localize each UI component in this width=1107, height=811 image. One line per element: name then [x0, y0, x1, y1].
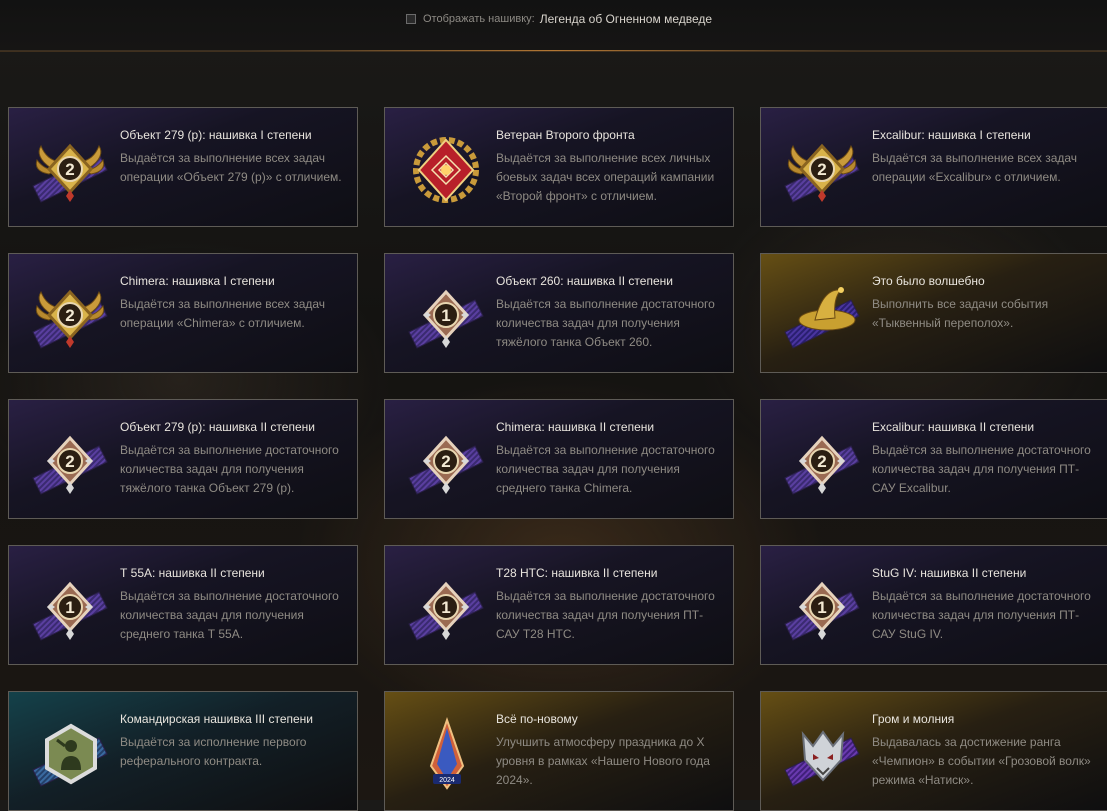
badge-card[interactable]: 2 Excalibur: нашивка I степени Выдаётся з…	[760, 107, 1107, 227]
badge-card[interactable]: 1 StuG IV: нашивка II степени Выдаётся за…	[760, 545, 1107, 665]
svg-text:2: 2	[65, 160, 74, 179]
bronze-diamond-1-icon: 1	[31, 568, 109, 646]
badge-title: Командирская нашивка III степени	[120, 712, 314, 726]
bronze-diamond-1-icon: 1	[783, 568, 861, 646]
badge-description: Выдаётся за выполнение достаточного коли…	[872, 443, 1091, 495]
display-badge-label: Отображать нашивку:	[423, 13, 535, 25]
badge-card[interactable]: Это было волшебно Выполнить все задачи со…	[760, 253, 1107, 373]
badge-description: Выдаётся за выполнение достаточного коли…	[496, 297, 715, 349]
bronze-diamond-2-icon: 2	[783, 422, 861, 500]
gold-diamond-2-winged-icon: 2	[31, 276, 109, 354]
badge-description: Выдаётся за выполнение всех задач операц…	[120, 297, 326, 330]
badge-card[interactable]: 2 Chimera: нашивка II степени Выдаётся за…	[384, 399, 734, 519]
badge-title: Ветеран Второго фронта	[496, 128, 635, 142]
badge-description: Улучшить атмосферу праздника до X уровня…	[496, 735, 710, 787]
badge-description: Выдаётся за выполнение достаточного коли…	[496, 589, 715, 641]
svg-text:2: 2	[441, 452, 450, 471]
silver-wolf-head-icon	[783, 714, 861, 792]
badge-card[interactable]: 1 Объект 260: нашивка II степени Выдаётся…	[384, 253, 734, 373]
badge-description: Выдаётся за выполнение достаточного коли…	[120, 443, 339, 495]
svg-text:1: 1	[441, 306, 450, 325]
svg-text:1: 1	[441, 598, 450, 617]
bronze-diamond-1-icon: 1	[407, 568, 485, 646]
badge-title: Excalibur: нашивка I степени	[872, 128, 1031, 142]
svg-text:1: 1	[65, 598, 74, 617]
new-year-2024-crystal-icon: 2024	[407, 714, 485, 792]
witch-hat-icon	[783, 276, 861, 354]
badge-description: Выдаётся за выполнение достаточного коли…	[872, 589, 1091, 641]
badge-description: Выдаётся за выполнение достаточного коли…	[496, 443, 715, 495]
bronze-diamond-1-icon: 1	[407, 276, 485, 354]
svg-text:2: 2	[65, 452, 74, 471]
badge-title: Excalibur: нашивка II степени	[872, 420, 1035, 434]
badge-title: Гром и молния	[872, 712, 955, 726]
top-bar-glow-line	[250, 50, 857, 51]
badge-card[interactable]: 2 Excalibur: нашивка II степени Выдаётся …	[760, 399, 1107, 519]
soldier-salute-hexagon-icon	[31, 714, 109, 792]
svg-text:2024: 2024	[439, 777, 455, 784]
badge-card[interactable]: 2024 Всё по-новому Улучшить атмосферу праз…	[384, 691, 734, 811]
badge-title: Объект 279 (р): нашивка II степени	[120, 420, 315, 434]
badge-description: Выдаётся за исполнение первого реферальн…	[120, 735, 307, 768]
badge-title: Т 55А: нашивка II степени	[120, 566, 265, 580]
badge-card[interactable]: Командирская нашивка III степени Выдаётся…	[8, 691, 358, 811]
badge-description: Выдавалась за достижение ранга «Чемпион»…	[872, 735, 1091, 787]
badge-title: Chimera: нашивка II степени	[496, 420, 655, 434]
svg-text:1: 1	[817, 598, 826, 617]
badge-title: StuG IV: нашивка II степени	[872, 566, 1027, 580]
badge-card[interactable]: Ветеран Второго фронта Выдаётся за выполн…	[384, 107, 734, 227]
badge-card[interactable]: 1 T28 HTC: нашивка II степени Выдаётся за…	[384, 545, 734, 665]
svg-text:2: 2	[817, 452, 826, 471]
badge-card[interactable]: 2 Объект 279 (р): нашивка I степени Выдаё…	[8, 107, 358, 227]
display-badge-toggle[interactable]: Отображать нашивку: Легенда об Огненном …	[406, 11, 712, 27]
badge-description: Выдаётся за выполнение всех задач операц…	[872, 151, 1078, 184]
red-grid-laurel-emblem-icon	[407, 130, 485, 208]
bronze-diamond-2-icon: 2	[31, 422, 109, 500]
gold-diamond-2-winged-icon: 2	[31, 130, 109, 208]
badge-title: Chimera: нашивка I степени	[120, 274, 275, 288]
badge-card[interactable]: 2 Chimera: нашивка I степени Выдаётся за …	[8, 253, 358, 373]
badge-title: Объект 260: нашивка II степени	[496, 274, 673, 288]
badge-title: Всё по-новому	[496, 712, 578, 726]
top-bar: Отображать нашивку: Легенда об Огненном …	[0, 0, 1107, 51]
badge-card[interactable]: 1 Т 55А: нашивка II степени Выдаётся за в…	[8, 545, 358, 665]
badge-card[interactable]: 2 Объект 279 (р): нашивка II степени Выда…	[8, 399, 358, 519]
display-badge-value: Легенда об Огненном медведе	[539, 12, 713, 26]
gold-diamond-2-winged-icon: 2	[783, 130, 861, 208]
bronze-diamond-2-icon: 2	[407, 422, 485, 500]
display-badge-checkbox[interactable]	[406, 14, 416, 24]
badge-description: Выполнить все задачи события «Тыквенный …	[872, 297, 1049, 330]
svg-text:2: 2	[65, 306, 74, 325]
badge-card[interactable]: Гром и молния Выдавалась за достижение ра…	[760, 691, 1107, 811]
badge-title: T28 HTC: нашивка II степени	[496, 566, 658, 580]
badge-description: Выдаётся за выполнение всех задач операц…	[120, 151, 342, 184]
badge-title: Это было волшебно	[872, 274, 985, 288]
badge-title: Объект 279 (р): нашивка I степени	[120, 128, 312, 142]
badge-description: Выдаётся за выполнение всех личных боевы…	[496, 151, 715, 203]
badge-description: Выдаётся за выполнение достаточного коли…	[120, 589, 339, 641]
svg-text:2: 2	[817, 160, 826, 179]
